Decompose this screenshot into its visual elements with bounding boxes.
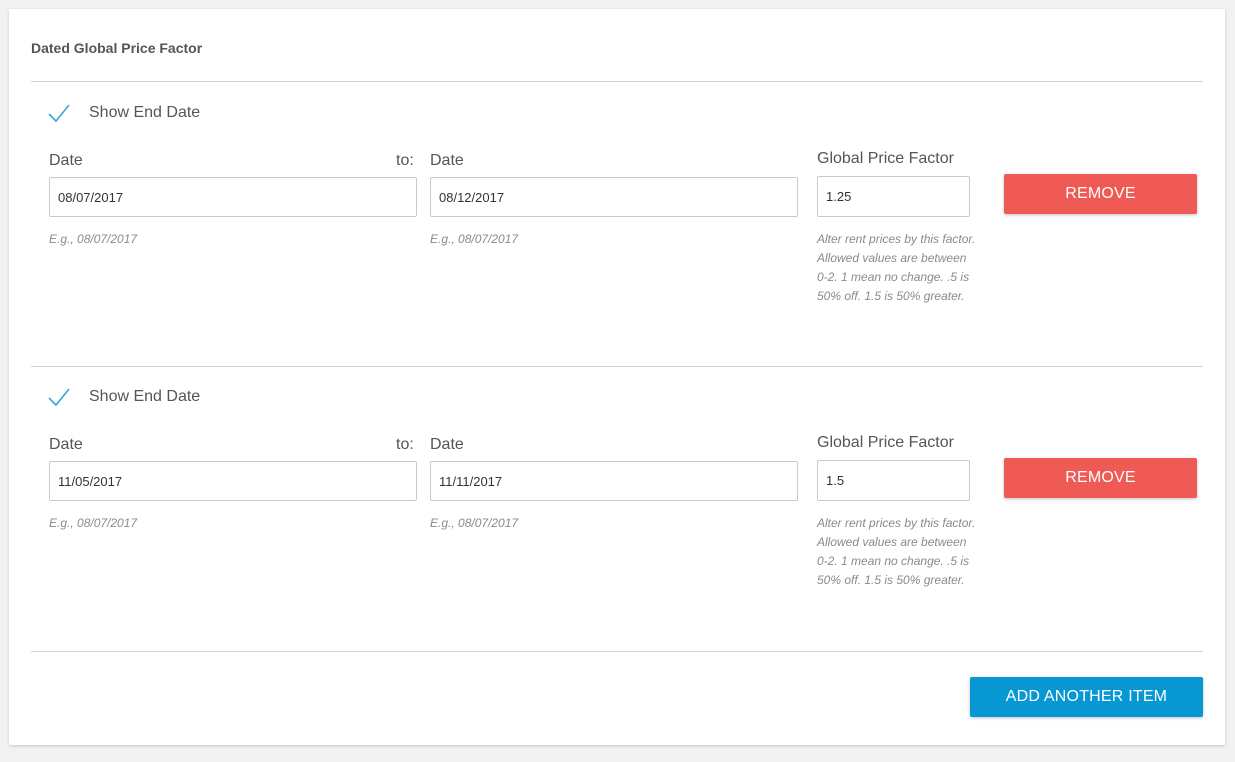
- start-date-label: Date: [49, 152, 83, 169]
- global-price-factor-label: Global Price Factor: [817, 434, 954, 451]
- start-date-input[interactable]: [49, 461, 417, 501]
- end-date-hint: E.g., 08/07/2017: [430, 232, 519, 246]
- show-end-date-checkbox[interactable]: Show End Date: [47, 385, 200, 409]
- footer-divider: [31, 651, 1203, 652]
- start-date-hint: E.g., 08/07/2017: [49, 516, 138, 530]
- hint-line: Allowed values are between: [817, 535, 967, 549]
- remove-button[interactable]: REMOVE: [1004, 174, 1197, 214]
- end-date-input[interactable]: [430, 177, 798, 217]
- checkmark-icon: [48, 104, 70, 123]
- global-price-factor-label: Global Price Factor: [817, 150, 954, 167]
- start-date-input[interactable]: [49, 177, 417, 217]
- start-date-label: Date: [49, 436, 83, 453]
- dated-global-price-factor-card: Dated Global Price Factor Show End Date …: [9, 9, 1225, 745]
- checkmark-icon: [48, 388, 70, 407]
- start-date-hint: E.g., 08/07/2017: [49, 232, 138, 246]
- end-date-hint: E.g., 08/07/2017: [430, 516, 519, 530]
- end-date-input[interactable]: [430, 461, 798, 501]
- add-another-item-button[interactable]: ADD ANOTHER ITEM: [970, 677, 1203, 717]
- hint-line: Allowed values are between: [817, 251, 967, 265]
- show-end-date-label: Show End Date: [89, 104, 201, 121]
- item-divider: [31, 366, 1203, 367]
- hint-line: 0-2. 1 mean no change. .5 is: [817, 554, 970, 568]
- remove-button[interactable]: REMOVE: [1004, 458, 1197, 498]
- global-price-factor-input[interactable]: [817, 460, 970, 501]
- global-price-factor-input[interactable]: [817, 176, 970, 217]
- hint-line: 50% off. 1.5 is 50% greater.: [817, 289, 965, 303]
- hint-line: 50% off. 1.5 is 50% greater.: [817, 573, 965, 587]
- show-end-date-checkbox[interactable]: Show End Date: [47, 101, 200, 125]
- price-factor-item: Show End Date Date to: Date Global Price…: [9, 385, 1225, 635]
- section-title: Dated Global Price Factor: [31, 40, 203, 56]
- hint-line: Alter rent prices by this factor.: [817, 232, 976, 246]
- global-price-factor-hint: Alter rent prices by this factor. Allowe…: [817, 230, 975, 306]
- show-end-date-label: Show End Date: [89, 388, 201, 405]
- end-date-label: Date: [430, 436, 464, 453]
- price-factor-item: Show End Date Date to: Date Global Price…: [9, 101, 1225, 351]
- to-label: to:: [396, 152, 414, 169]
- hint-line: 0-2. 1 mean no change. .5 is: [817, 270, 970, 284]
- header-divider: [31, 81, 1203, 82]
- global-price-factor-hint: Alter rent prices by this factor. Allowe…: [817, 514, 975, 590]
- end-date-label: Date: [430, 152, 464, 169]
- hint-line: Alter rent prices by this factor.: [817, 516, 976, 530]
- to-label: to:: [396, 436, 414, 453]
